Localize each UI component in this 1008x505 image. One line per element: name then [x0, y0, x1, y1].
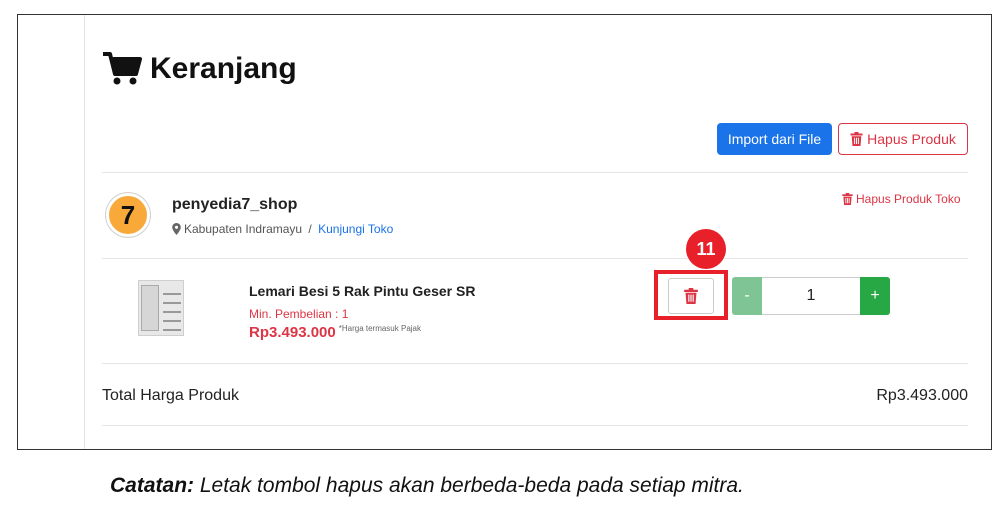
product-image	[138, 280, 184, 336]
quantity-stepper: - +	[732, 277, 890, 315]
shop-name[interactable]: penyedia7_shop	[172, 196, 297, 214]
delete-shop-products-link[interactable]: Hapus Produk Toko	[842, 192, 961, 206]
divider	[102, 172, 968, 173]
import-file-button[interactable]: Import dari File	[717, 123, 832, 155]
shopping-cart-icon	[103, 52, 142, 85]
cabinet-shelf	[163, 329, 181, 331]
total-value: Rp3.493.000	[876, 387, 968, 404]
tax-note: *Harga termasuk Pajak	[338, 324, 421, 333]
cabinet-shelf	[163, 293, 181, 295]
trash-icon	[850, 132, 863, 146]
annotation-badge: 11	[686, 229, 726, 269]
footnote-text: Letak tombol hapus akan berbeda-beda pad…	[194, 474, 744, 497]
trash-icon	[684, 288, 698, 304]
shop-location-text: Kabupaten Indramayu	[184, 222, 303, 236]
total-label: Total Harga Produk	[102, 387, 239, 404]
quantity-input[interactable]	[762, 277, 860, 315]
shop-avatar: 7	[106, 193, 150, 237]
page-title: Keranjang	[102, 51, 297, 87]
visit-shop-link[interactable]: Kunjungi Toko	[318, 222, 393, 236]
cabinet-shelf	[163, 311, 181, 313]
page-title-text: Keranjang	[150, 52, 297, 85]
delete-products-button[interactable]: Hapus Produk	[838, 123, 968, 155]
trash-icon	[842, 193, 853, 205]
delete-products-label: Hapus Produk	[867, 131, 956, 147]
map-marker-icon	[172, 223, 181, 235]
shop-location: Kabupaten Indramayu / Kunjungi Toko	[172, 222, 393, 236]
divider	[102, 258, 968, 259]
footnote: Catatan: Letak tombol hapus akan berbeda…	[110, 474, 744, 498]
product-name[interactable]: Lemari Besi 5 Rak Pintu Geser SR	[249, 283, 475, 299]
app-window: Keranjang Import dari File Hapus Produk …	[17, 14, 992, 450]
cabinet-shelf	[163, 320, 181, 322]
delete-shop-products-label: Hapus Produk Toko	[856, 192, 961, 206]
cabinet-shelf	[163, 302, 181, 304]
divider	[102, 425, 968, 426]
cabinet-door	[141, 285, 159, 331]
increase-quantity-button[interactable]: +	[860, 277, 890, 315]
footnote-label: Catatan:	[110, 474, 195, 497]
divider	[102, 363, 968, 364]
product-price-value: Rp3.493.000	[249, 324, 336, 341]
product-price: Rp3.493.000 *Harga termasuk Pajak	[249, 324, 421, 341]
min-purchase: Min. Pembelian : 1	[249, 307, 349, 321]
decrease-quantity-button[interactable]: -	[732, 277, 762, 315]
location-separator: /	[305, 222, 316, 236]
cart-panel: Keranjang Import dari File Hapus Produk …	[102, 15, 968, 449]
delete-item-button[interactable]	[668, 278, 714, 314]
panel-border	[84, 15, 85, 449]
